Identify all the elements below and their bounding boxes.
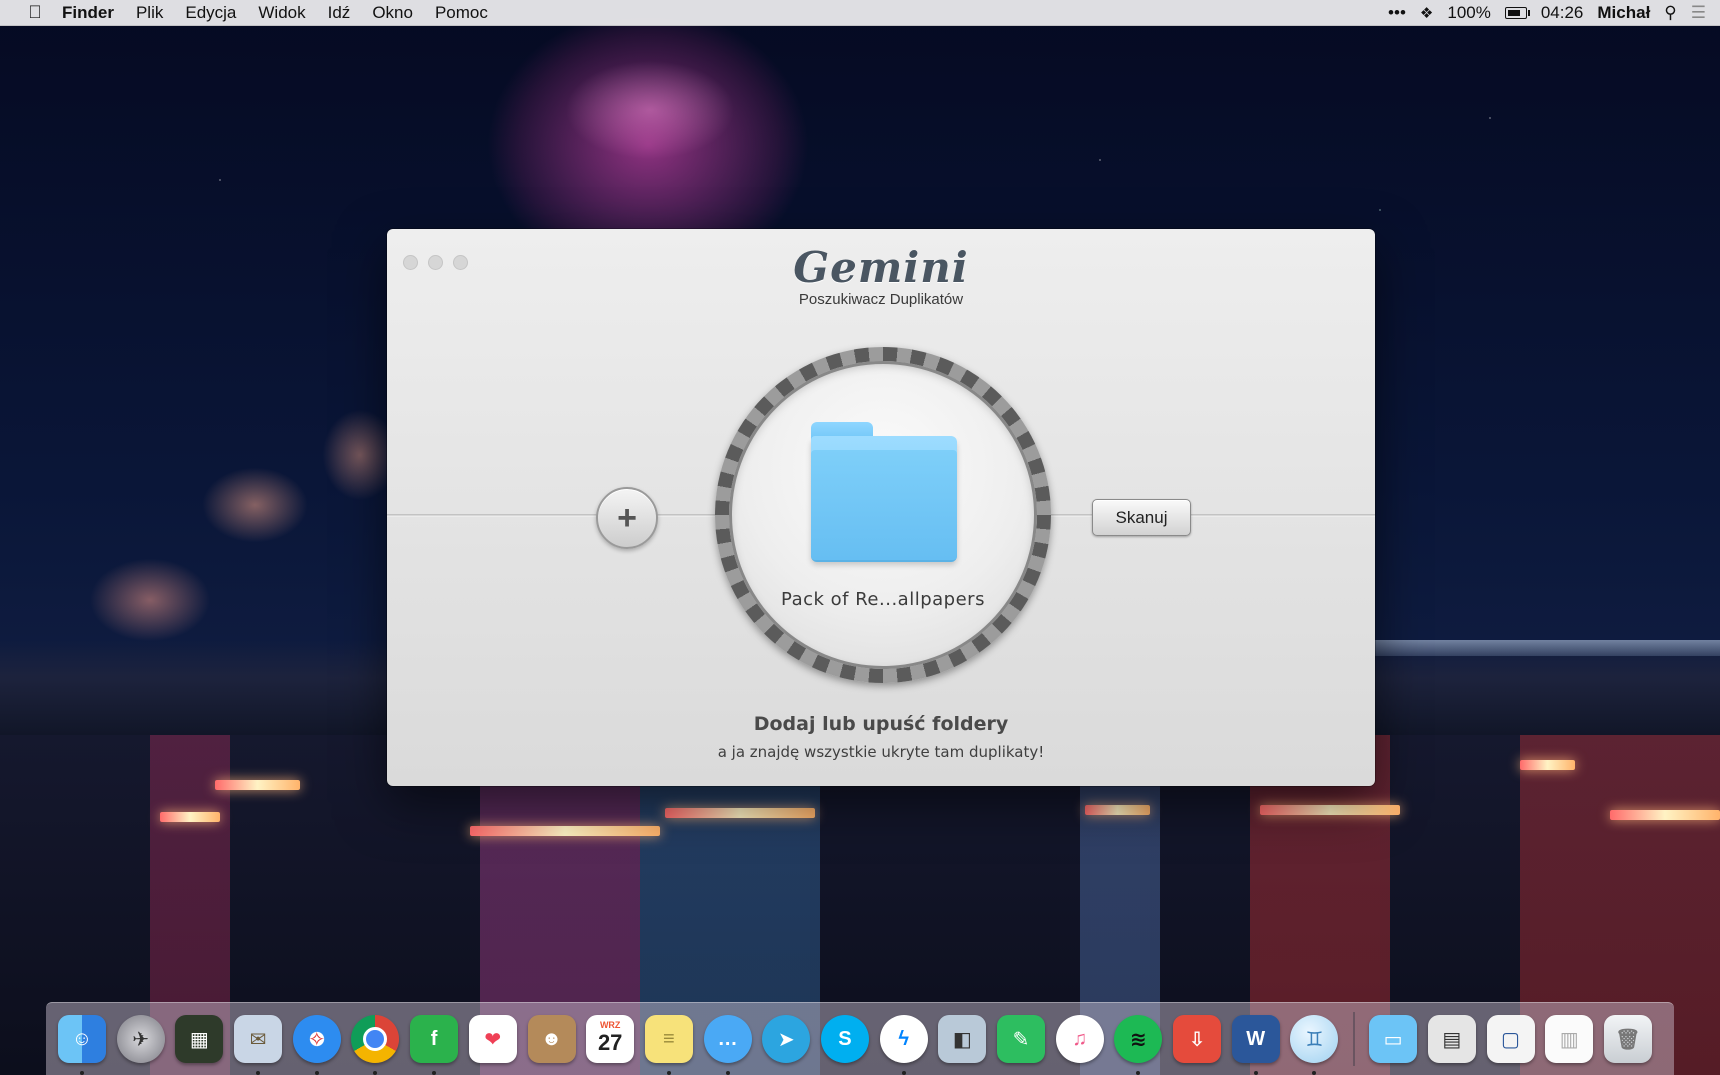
hint-title: Dodaj lub upuść foldery — [753, 713, 1009, 735]
trash-icon[interactable]: 🗑 — [1603, 1015, 1652, 1063]
document-preview-icon[interactable]: ▢ — [1486, 1015, 1535, 1063]
calendar-day: 27 — [597, 1030, 623, 1055]
spotify-icon[interactable]: ≋ — [1114, 1015, 1163, 1075]
divider-line-left — [387, 514, 599, 517]
evernote-icon[interactable]: ✎ — [997, 1015, 1045, 1063]
selected-folder-name: Pack of Re...allpapers — [781, 589, 985, 610]
gemini-logo: Gemini — [793, 243, 969, 292]
magnifier-icon[interactable]: ⚲ — [1664, 3, 1676, 23]
dropbox-icon[interactable]: ❖ — [1420, 4, 1433, 22]
menu-pomoc[interactable]: Pomoc — [435, 3, 488, 23]
wallpaper-boat — [1520, 760, 1575, 770]
telegram-icon[interactable]: ➤ — [762, 1015, 811, 1063]
menu-bar:  Finder Plik Edycja Widok Idź Okno Pomo… — [0, 0, 1720, 26]
pocket-icon[interactable]: ❤ — [468, 1015, 517, 1063]
menu-okno[interactable]: Okno — [372, 3, 413, 23]
dock-separator — [1353, 1012, 1356, 1066]
add-folder-button[interactable]: + — [596, 487, 658, 549]
messenger-icon[interactable]: ϟ — [879, 1015, 928, 1075]
notes-icon[interactable]: ≡ — [644, 1015, 693, 1075]
safari-icon[interactable]: ✧ — [292, 1015, 341, 1075]
gemini-window: Gemini Poszukiwacz Duplikatów + Pack of … — [387, 229, 1375, 786]
drop-zone-ring[interactable]: Pack of Re...allpapers — [715, 347, 1051, 683]
preview-icon[interactable]: ◧ — [938, 1015, 987, 1063]
battery-percent[interactable]: 100% — [1447, 3, 1490, 23]
drop-zone[interactable]: Pack of Re...allpapers — [729, 361, 1037, 669]
dock: ☺ ✈ ▦ ✉ ✧ f ❤ ☻ WRZ 27 ≡ … ➤ S ϟ ◧ ✎ ♫ ≋ … — [46, 1002, 1674, 1075]
menu-app-finder[interactable]: Finder — [62, 3, 114, 23]
word-icon[interactable]: W — [1231, 1015, 1280, 1075]
notes-document-icon[interactable]: ▥ — [1545, 1015, 1594, 1063]
calendar-month: WRZ — [599, 1020, 621, 1030]
clock[interactable]: 04:26 — [1541, 3, 1584, 23]
divider-line-middle-right — [1048, 514, 1094, 517]
document-stack-icon[interactable]: ▤ — [1427, 1015, 1476, 1063]
wallpaper-boat — [665, 808, 815, 818]
downloads-folder-icon[interactable]: ▭ — [1369, 1015, 1418, 1063]
mission-control-icon[interactable]: ▦ — [175, 1015, 224, 1063]
contacts-icon[interactable]: ☻ — [527, 1015, 576, 1063]
wallpaper-boat — [160, 812, 220, 822]
wallpaper-boat — [1260, 805, 1400, 815]
status-area: ••• ❖ 100% 04:26 Michał ⚲ ☰ — [1388, 0, 1720, 25]
finder-icon[interactable]: ☺ — [58, 1015, 106, 1075]
skype-icon[interactable]: S — [820, 1015, 869, 1063]
transmit-icon[interactable]: ⇩ — [1173, 1015, 1222, 1063]
divider-line-middle-left — [652, 514, 718, 517]
mail-icon[interactable]: ✉ — [234, 1015, 283, 1075]
calendar-icon[interactable]: WRZ 27 — [586, 1015, 635, 1063]
wallpaper-boat — [1085, 805, 1150, 815]
app-subtitle: Poszukiwacz Duplikatów — [798, 291, 964, 308]
folder-icon — [811, 422, 957, 560]
more-menu-extras-icon[interactable]: ••• — [1388, 3, 1406, 23]
apple-icon[interactable]:  — [22, 2, 48, 23]
wallpaper-bridge — [1375, 640, 1720, 656]
itunes-icon[interactable]: ♫ — [1055, 1015, 1104, 1063]
menu-edycja[interactable]: Edycja — [185, 3, 236, 23]
user-name[interactable]: Michał — [1597, 3, 1650, 23]
battery-icon[interactable] — [1504, 6, 1530, 19]
feedly-icon[interactable]: f — [410, 1015, 459, 1075]
messages-icon[interactable]: … — [703, 1015, 752, 1075]
wallpaper-boat — [470, 826, 660, 836]
wallpaper-boat — [1610, 810, 1720, 820]
menu-idz[interactable]: Idź — [328, 3, 351, 23]
menu-plik[interactable]: Plik — [136, 3, 163, 23]
gemini-icon[interactable]: ♊ — [1290, 1015, 1339, 1075]
hint-body: a ja znajdę wszystkie ukryte tam duplika… — [717, 743, 1045, 761]
wallpaper-boat — [215, 780, 300, 790]
divider-line-right — [1187, 514, 1375, 517]
launchpad-icon[interactable]: ✈ — [116, 1015, 165, 1063]
menu-widok[interactable]: Widok — [258, 3, 305, 23]
notification-list-icon[interactable]: ☰ — [1691, 3, 1706, 23]
scan-button[interactable]: Skanuj — [1092, 499, 1191, 536]
chrome-icon[interactable] — [351, 1015, 400, 1075]
